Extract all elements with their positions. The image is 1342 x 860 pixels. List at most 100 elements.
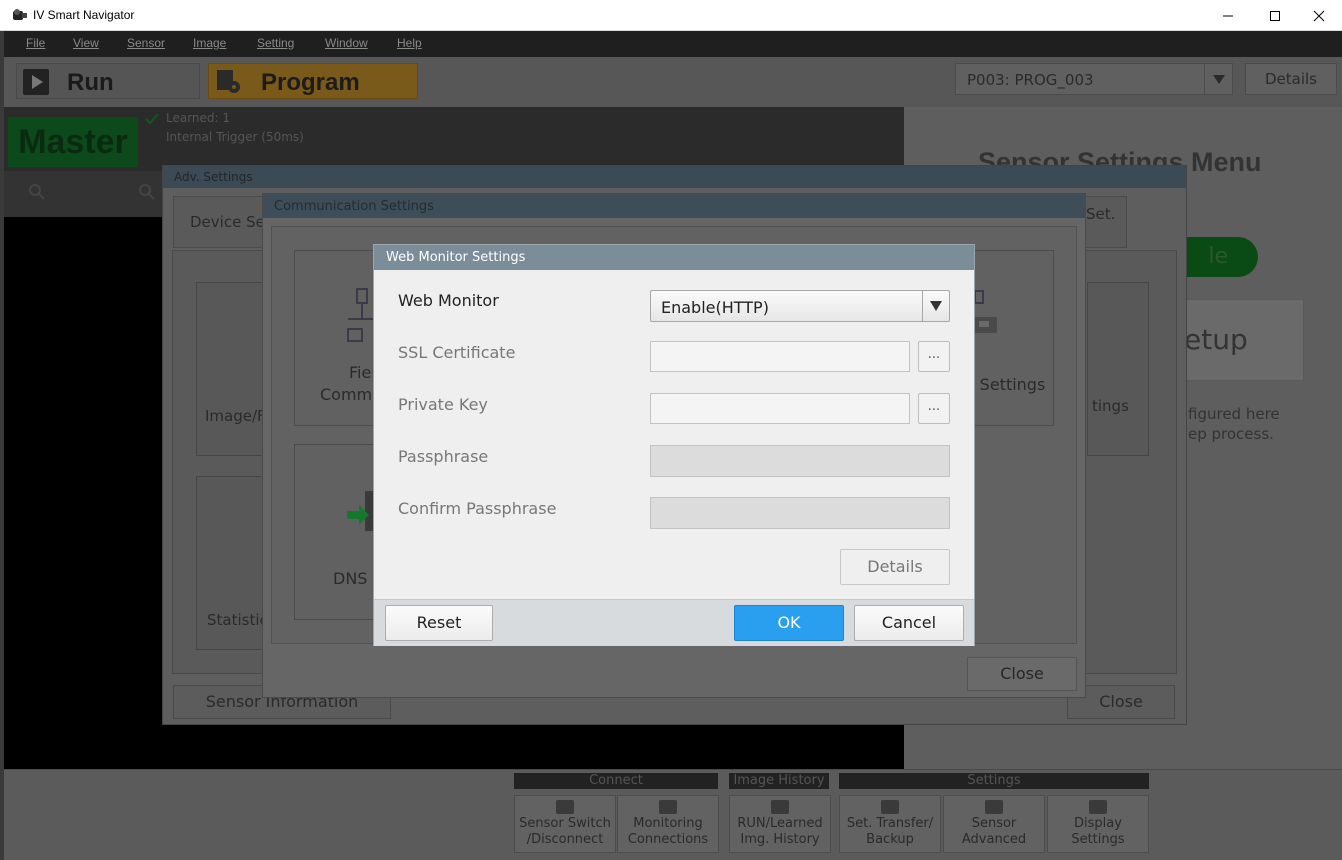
tile-field-label: Fiel [349,363,376,382]
bottom-toolbar: Connect Image History Settings Sensor Sw… [4,769,1342,860]
program-details-button[interactable]: Details [1245,63,1337,95]
tool-label: Connections [627,832,709,847]
private-key-field[interactable] [650,393,910,424]
device-icon [974,290,997,333]
run-mode-button[interactable]: Run [16,63,200,99]
check-icon [145,113,159,125]
close-window-button[interactable] [1296,0,1342,31]
minimize-icon [1223,15,1233,16]
minimize-button[interactable] [1205,0,1251,31]
menu-view[interactable]: View [73,36,99,50]
ssl-certificate-label: SSL Certificate [398,343,516,362]
tool-label: Backup [866,832,914,847]
tile-statistics[interactable]: Statistic [196,476,268,650]
set-transfer-backup-button[interactable]: Set. Transfer/ Backup [839,795,941,853]
menu-image[interactable]: Image [193,36,226,50]
tool-label: Settings [1071,832,1125,847]
sensor-icon [556,800,574,814]
display-settings-button[interactable]: Display Settings [1047,795,1149,853]
tool-label: /Disconnect [526,832,604,847]
panel-description: ep process. [1188,425,1274,443]
tool-label: Sensor [971,816,1017,831]
tile-image[interactable]: Image/F [196,282,266,456]
run-learned-history-button[interactable]: RUN/Learned Img. History [729,795,831,853]
menu-window[interactable]: Window [325,36,368,50]
history-icon [771,800,789,814]
mode-bar: Run Program P003: PROG_003 Details [4,57,1342,107]
ssl-browse-button[interactable]: ... [918,341,950,372]
menu-bar: File View Sensor Image Setting Window He… [4,31,1342,57]
adv-settings-titlebar: Adv. Settings [163,166,1186,188]
panel-description: figured here [1188,405,1280,423]
program-gear-icon [217,70,240,93]
group-image-history: Image History [729,773,829,789]
web-monitor-title: Web Monitor Settings [386,250,526,265]
tool-label: Advanced [961,832,1027,847]
tile-settings-label: tings [1092,397,1129,415]
chevron-down-icon [922,291,949,321]
sensor-advanced-button[interactable]: Sensor Advanced [943,795,1045,853]
menu-sensor[interactable]: Sensor [127,36,165,50]
menu-file[interactable]: File [26,36,45,50]
network-icon [347,288,373,342]
menu-help[interactable]: Help [397,36,422,50]
tile-settings-right[interactable]: tings [1087,282,1149,456]
dialog-footer: Reset OK Cancel [374,599,974,646]
cancel-button[interactable]: Cancel [854,605,964,641]
web-monitor-titlebar: Web Monitor Settings [374,245,974,270]
transfer-icon [881,800,899,814]
zoom-toolstrip [4,171,164,217]
confirm-passphrase-field[interactable] [650,497,950,529]
tool-label: RUN/Learned [737,816,823,831]
program-select[interactable]: P003: PROG_003 [955,63,1233,95]
app-camera-icon [13,9,27,20]
program-mode-button[interactable]: Program [208,63,418,99]
web-monitor-select[interactable]: Enable(HTTP) [650,290,950,322]
chevron-down-icon [1204,64,1232,94]
ok-button[interactable]: OK [734,605,844,641]
private-key-label: Private Key [398,395,488,414]
tile-image-label: Image/F [205,407,266,425]
comm-close-button[interactable]: Close [967,657,1077,691]
program-mode-label: Program [261,69,360,96]
tab-device-settings[interactable]: Device Se [173,196,271,248]
tile-system-settings[interactable]: m Settings [959,250,1054,426]
web-monitor-settings-dialog: Web Monitor Settings Web Monitor Enable(… [373,244,975,646]
tile-field-comm[interactable]: Fiel Comm. [294,250,378,426]
tool-label: Sensor Switch [519,816,611,831]
play-icon [23,69,49,95]
web-monitor-value: Enable(HTTP) [661,298,769,317]
zoom-icon[interactable] [28,183,46,201]
tool-label: Monitoring [633,816,703,831]
setup-label: etup [1184,323,1248,356]
trigger-status: Internal Trigger (50ms) [166,130,304,144]
web-monitor-label: Web Monitor [398,291,499,310]
gear-icon [985,800,1003,814]
tile-field-label: Comm. [320,385,378,404]
private-key-browse-button[interactable]: ... [918,393,950,424]
zoom-icon[interactable] [138,183,156,201]
learned-count: Learned: 1 [166,111,231,125]
maximize-button[interactable] [1252,0,1298,31]
tab-set[interactable]: Set. [1079,196,1127,248]
window-title: IV Smart Navigator [33,8,135,22]
sensor-switch-button[interactable]: Sensor Switch /Disconnect [514,795,616,853]
communication-settings-title: Communication Settings [274,199,434,214]
tool-label: Img. History [740,832,820,847]
monitor-icon [659,800,677,814]
details-button[interactable]: Details [840,549,950,585]
adv-settings-title: Adv. Settings [174,170,253,184]
tile-statistics-label: Statistic [207,611,268,629]
tool-label: Display [1074,816,1122,831]
program-select-value: P003: PROG_003 [967,71,1094,89]
ssl-certificate-field[interactable] [650,341,910,372]
display-icon [1089,800,1107,814]
monitoring-connections-button[interactable]: Monitoring Connections [617,795,719,853]
passphrase-field[interactable] [650,445,950,477]
tile-dns[interactable]: DNS S [294,444,383,620]
menu-setting[interactable]: Setting [257,36,294,50]
reset-button[interactable]: Reset [385,605,493,641]
group-settings: Settings [839,773,1149,789]
confirm-passphrase-label: Confirm Passphrase [398,499,557,518]
close-icon [1313,10,1325,21]
